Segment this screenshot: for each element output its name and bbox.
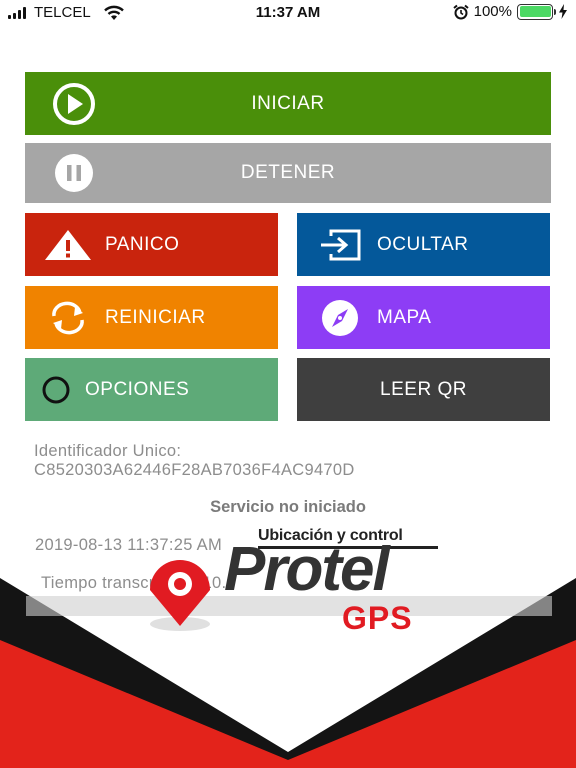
leer-qr-label: LEER QR bbox=[380, 378, 467, 400]
panico-button[interactable]: PANICO bbox=[25, 213, 278, 276]
identifier-label: Identificador Unico: bbox=[34, 442, 182, 460]
reiniciar-button[interactable]: REINICIAR bbox=[25, 286, 278, 349]
reiniciar-label: REINICIAR bbox=[105, 306, 206, 328]
map-pin-icon bbox=[150, 560, 210, 631]
protel-gps-logo: Ubicación y control Protel GPS bbox=[130, 522, 450, 642]
status-right: 100% bbox=[452, 3, 568, 20]
detener-label: DETENER bbox=[240, 162, 336, 183]
pause-circle-icon bbox=[55, 154, 93, 192]
identifier-value: C8520303A62446F28AB7036F4AC9470D bbox=[34, 461, 355, 479]
ocultar-button[interactable]: OCULTAR bbox=[297, 213, 550, 276]
charging-bolt-icon bbox=[559, 4, 567, 19]
ocultar-label: OCULTAR bbox=[377, 233, 469, 255]
opciones-button[interactable]: OPCIONES bbox=[25, 358, 278, 421]
leer-qr-button[interactable]: LEER QR bbox=[297, 358, 550, 421]
detener-button[interactable]: DETENER bbox=[25, 143, 551, 203]
alarm-icon bbox=[452, 4, 469, 19]
exit-icon bbox=[321, 229, 361, 260]
battery-icon bbox=[517, 3, 556, 20]
opciones-label: OPCIONES bbox=[85, 378, 190, 400]
iniciar-label: INICIAR bbox=[251, 92, 325, 114]
compass-icon bbox=[322, 299, 358, 336]
status-bar: TELCEL 11:37 AM 100% bbox=[0, 0, 576, 26]
logo-product: GPS bbox=[342, 600, 413, 636]
warning-icon bbox=[45, 229, 91, 260]
service-status: Servicio no iniciado bbox=[210, 498, 366, 516]
battery-percent: 100% bbox=[473, 3, 512, 20]
play-circle-icon bbox=[53, 82, 95, 125]
refresh-icon bbox=[52, 301, 84, 334]
logo-name: Protel bbox=[224, 535, 390, 604]
panico-label: PANICO bbox=[105, 233, 180, 255]
mapa-label: MAPA bbox=[377, 306, 432, 328]
circle-icon bbox=[42, 376, 70, 403]
iniciar-button[interactable]: INICIAR bbox=[25, 72, 551, 135]
mapa-button[interactable]: MAPA bbox=[297, 286, 550, 349]
